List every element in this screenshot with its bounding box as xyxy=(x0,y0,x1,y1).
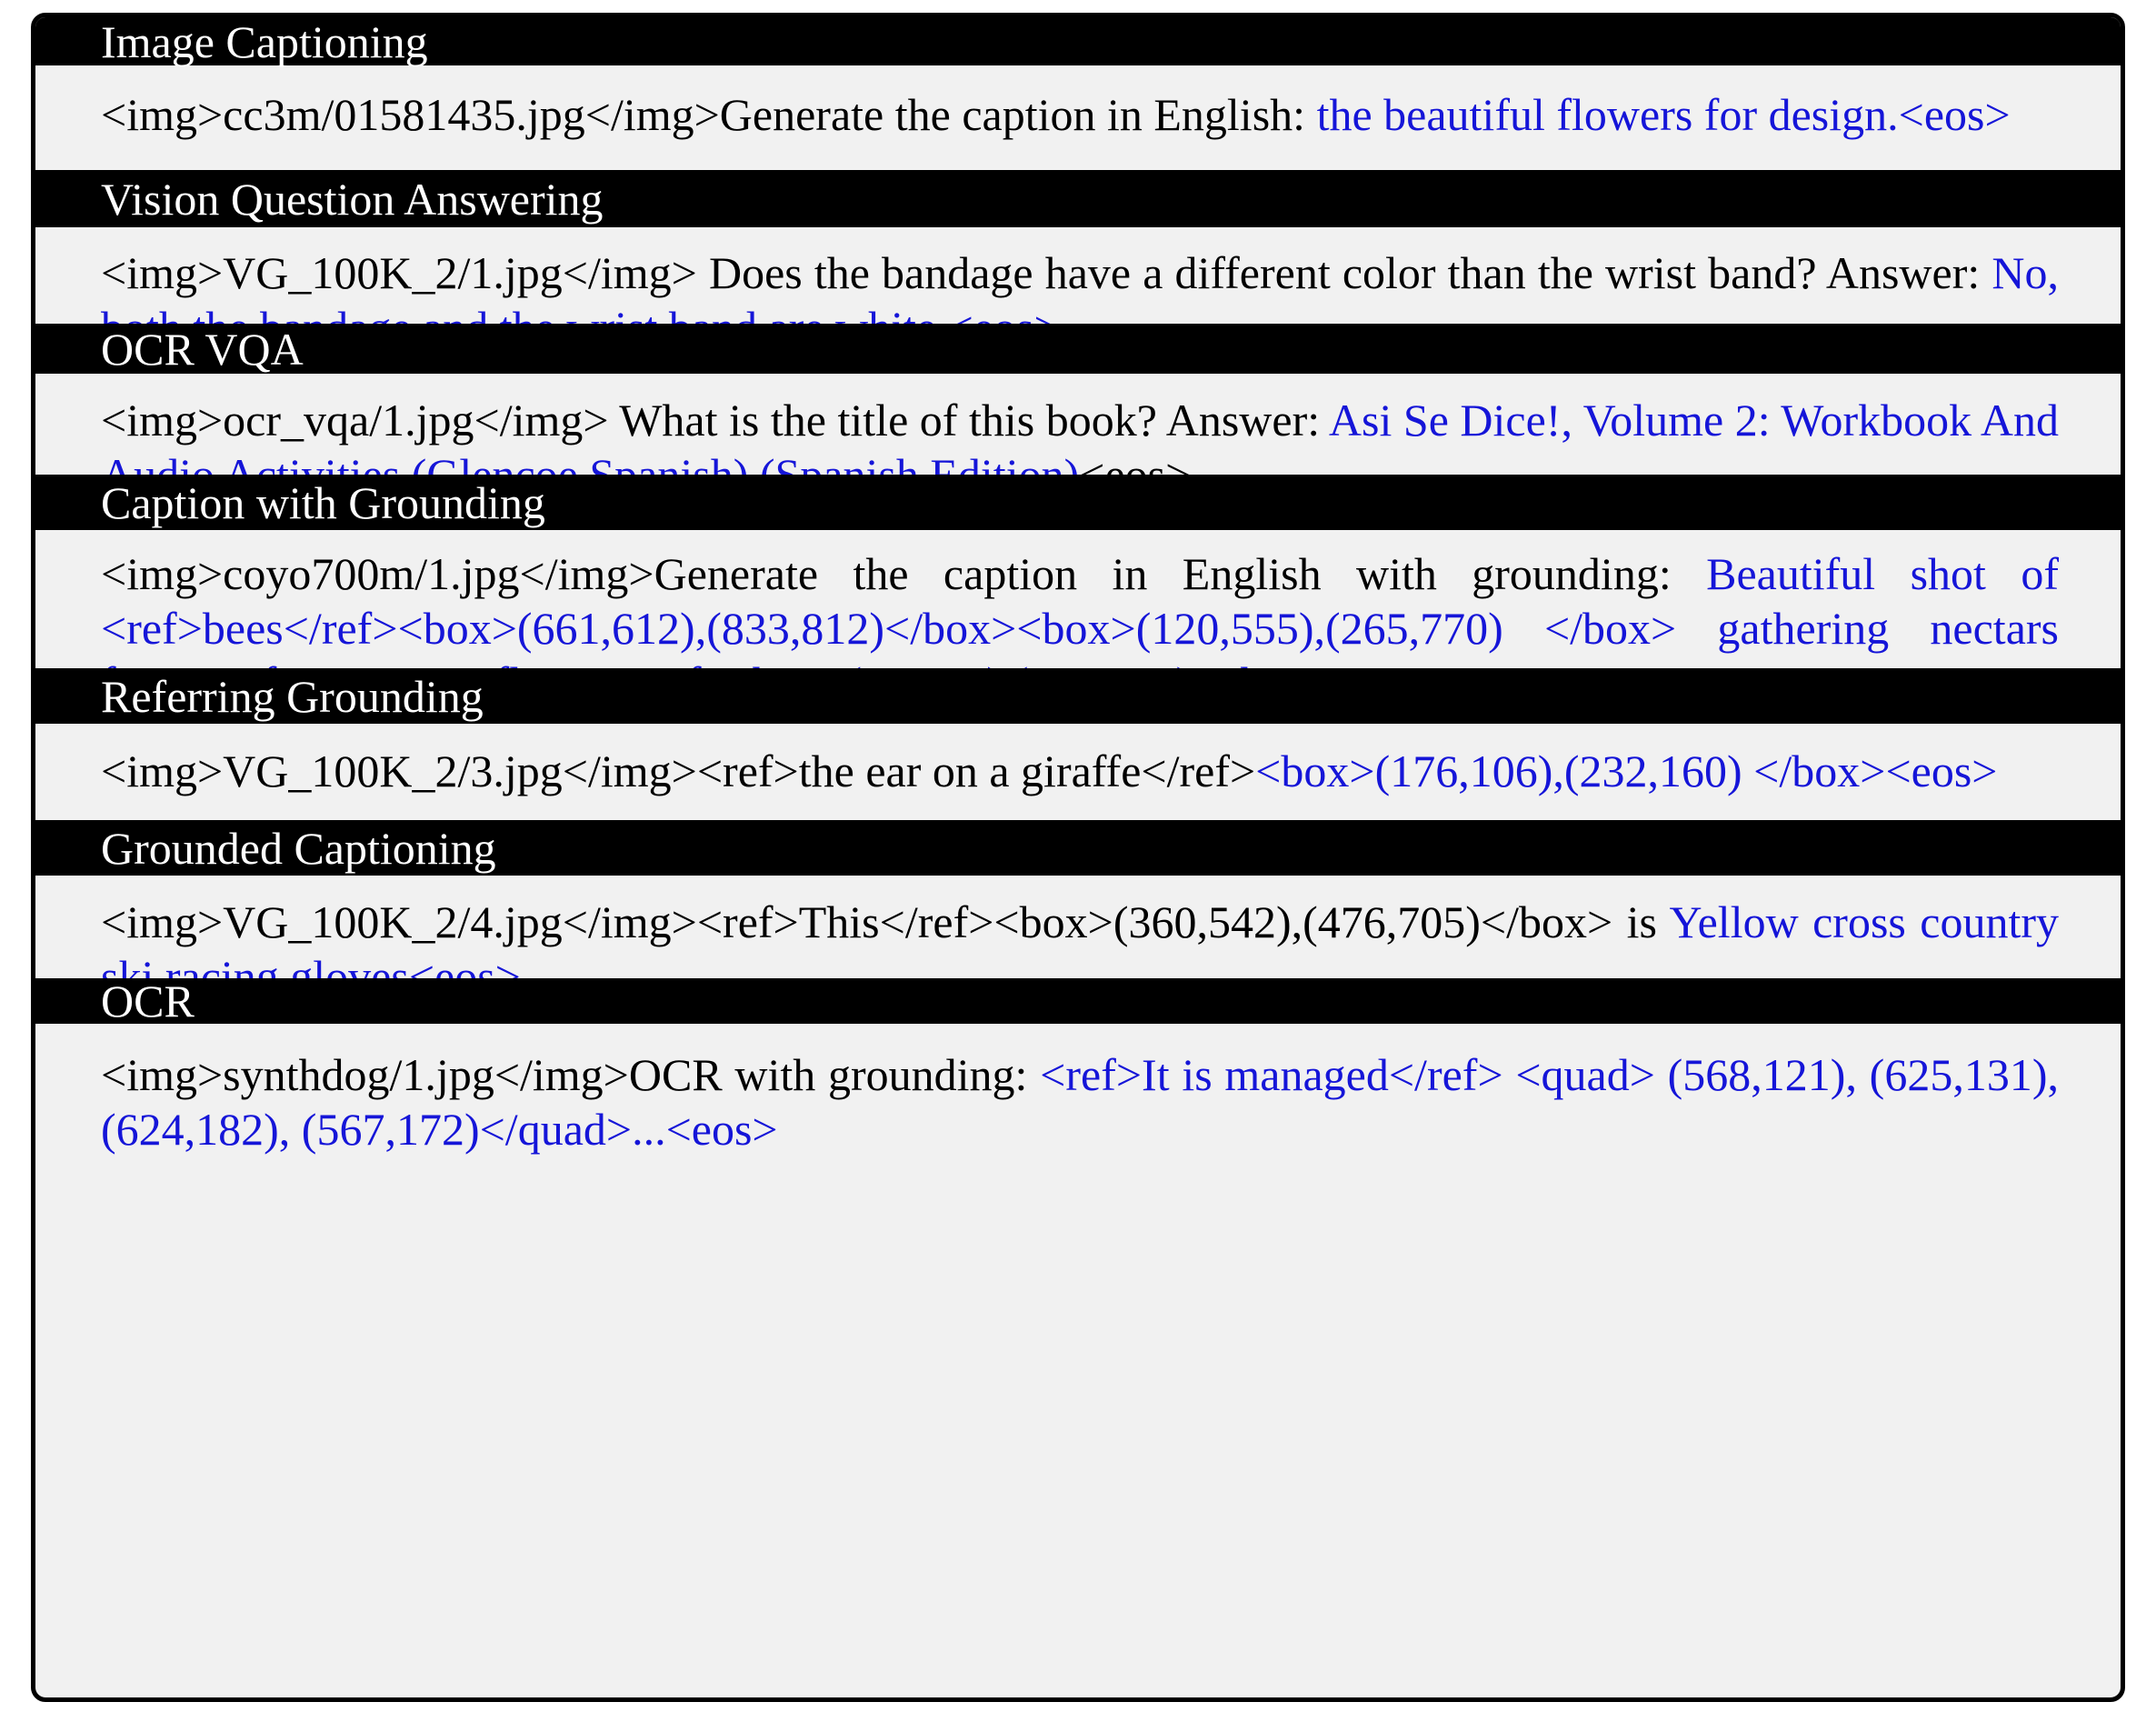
section-header-vqa: Vision Question Answering xyxy=(35,170,2121,227)
prompt-text: <img>ocr_vqa/1.jpg</img> What is the tit… xyxy=(101,395,1329,446)
section-header-referring-grounding: Referring Grounding xyxy=(35,668,2121,724)
prompt-text: <img>synthdog/1.jpg</img>OCR with ground… xyxy=(101,1049,1041,1100)
section-body-referring-grounding: <img>VG_100K_2/3.jpg</img><ref>the ear o… xyxy=(35,724,2121,798)
section-title: OCR xyxy=(101,976,195,1026)
section-title: Vision Question Answering xyxy=(101,173,604,225)
section-title: OCR VQA xyxy=(101,323,304,375)
prompt-text: <img>VG_100K_2/3.jpg</img><ref>the ear o… xyxy=(101,746,1256,796)
section-title: Image Captioning xyxy=(101,15,428,67)
prompt-text: <img>VG_100K_2/4.jpg</img><ref>This</ref… xyxy=(101,896,1670,947)
section-header-caption-grounding: Caption with Grounding xyxy=(35,475,2121,530)
answer-text: the beautiful flowers for design.<eos> xyxy=(1316,89,2011,140)
prompt-text: <img>coyo700m/1.jpg</img>Generate the ca… xyxy=(101,548,1707,599)
section-title: Grounded Captioning xyxy=(101,822,496,874)
prompt-text: <img>VG_100K_2/1.jpg</img> Does the band… xyxy=(101,247,1992,298)
section-header-image-captioning: Image Captioning xyxy=(35,17,2121,65)
answer-text: <box>(176,106),(232,160) </box><eos> xyxy=(1255,746,1998,796)
task-examples-panel: Image Captioning <img>cc3m/01581435.jpg<… xyxy=(31,13,2125,1702)
section-title: Referring Grounding xyxy=(101,670,484,722)
section-body-image-captioning: <img>cc3m/01581435.jpg</img>Generate the… xyxy=(35,67,2121,142)
section-body-ocr: <img>synthdog/1.jpg</img>OCR with ground… xyxy=(35,1024,2121,1156)
section-header-grounded-captioning: Grounded Captioning xyxy=(35,820,2121,876)
prompt-text: <img>cc3m/01581435.jpg</img>Generate the… xyxy=(101,89,1317,140)
section-title: Caption with Grounding xyxy=(101,476,545,528)
section-header-ocr-vqa: OCR VQA xyxy=(35,324,2121,374)
section-header-ocr: OCR xyxy=(35,978,2121,1024)
